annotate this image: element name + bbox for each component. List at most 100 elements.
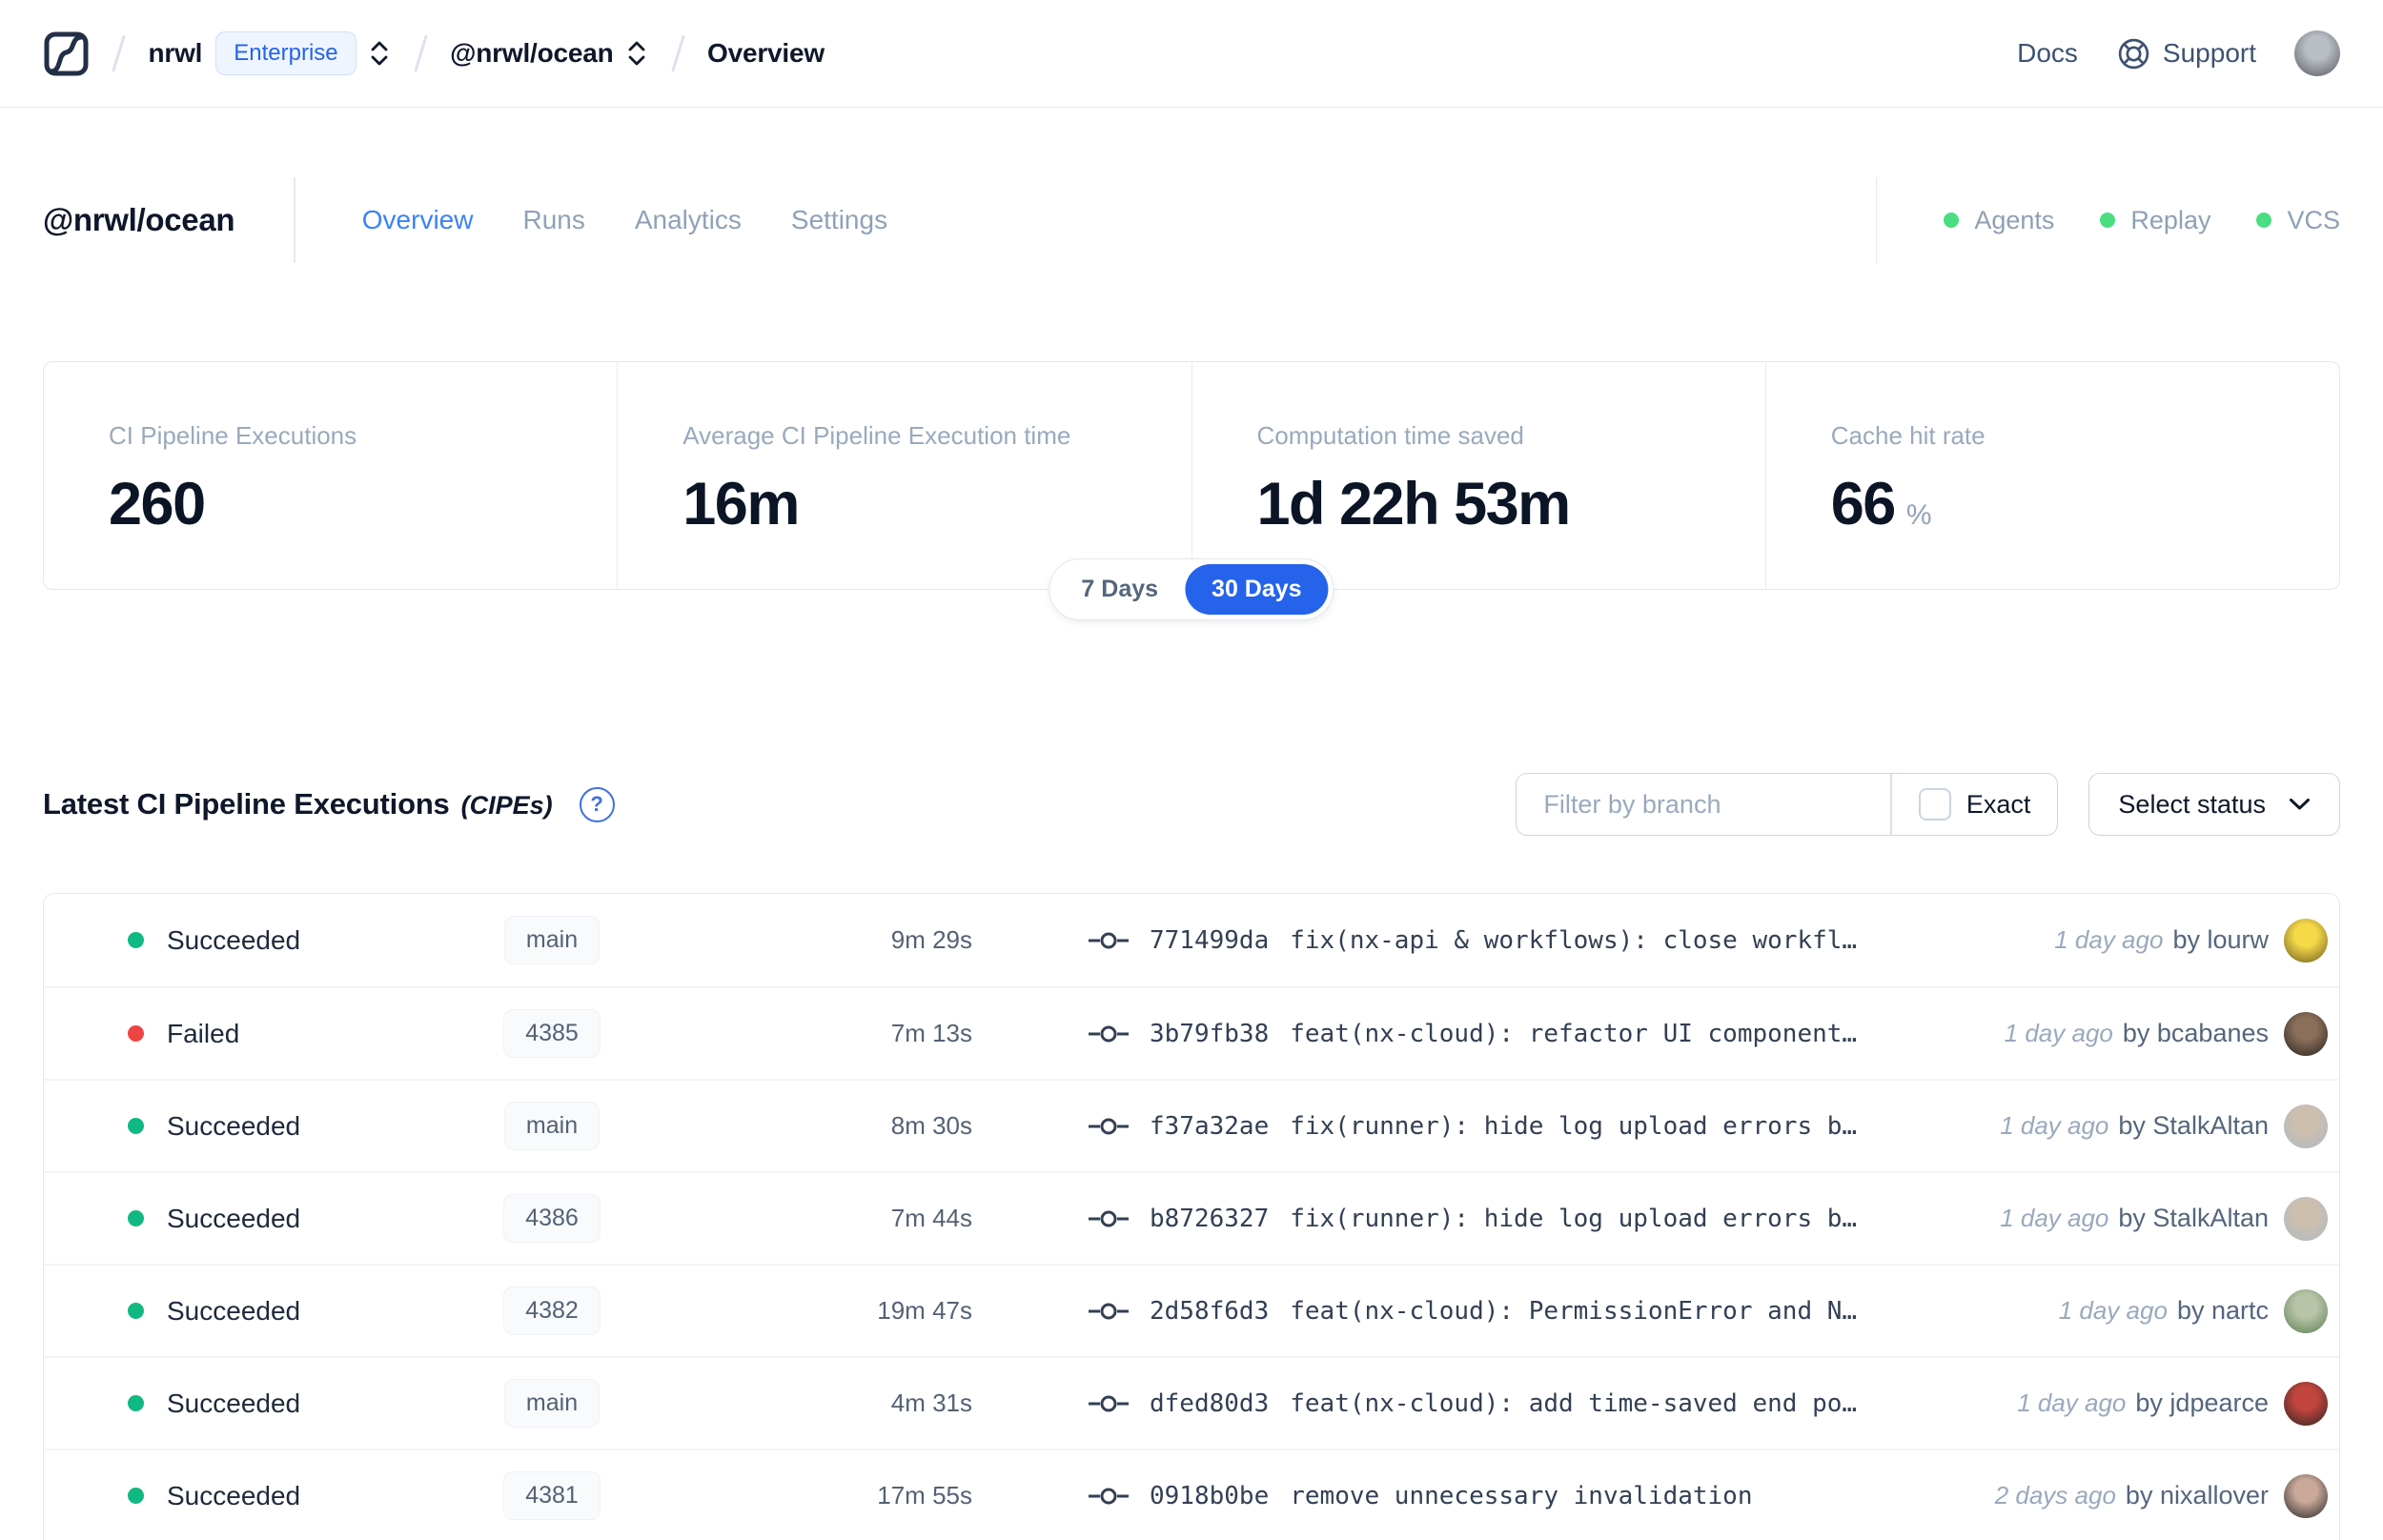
workspace-tabs: Overview Runs Analytics Settings [362, 205, 887, 235]
feature-status-list: Agents Replay VCS [1944, 206, 2340, 235]
commit-message: remove unnecessary invalidation [1290, 1481, 1753, 1510]
commit-message: fix(runner): hide log upload errors b… [1290, 1111, 1858, 1141]
table-row[interactable]: Succeeded 4382 19m 47s 2d58f6d3 feat(nx-… [44, 1264, 2339, 1356]
help-icon[interactable]: ? [579, 786, 615, 822]
workspace-title: @nrwl/ocean [43, 202, 235, 237]
stat-number: 66 [1830, 471, 1897, 537]
chevron-down-icon [2289, 798, 2311, 811]
divider [1875, 177, 1878, 263]
status-dot [128, 1488, 144, 1504]
commit-icon [1089, 930, 1129, 951]
commit-cell: 0918b0be remove unnecessary invalidation [1089, 1482, 1753, 1510]
enterprise-badge: Enterprise [215, 31, 356, 75]
status-dot [1944, 213, 1960, 228]
stat-value: 260 [109, 470, 617, 538]
feature-status-replay[interactable]: Replay [2100, 206, 2210, 235]
status-dot [2100, 213, 2116, 228]
branch-cell: main [461, 916, 642, 964]
status-label: Succeeded [167, 1388, 301, 1418]
table-row[interactable]: Succeeded 4381 17m 55s 0918b0be remove u… [44, 1449, 2339, 1540]
range-option-30-days[interactable]: 30 Days [1185, 564, 1329, 615]
range-option-7-days[interactable]: 7 Days [1054, 564, 1185, 615]
org-switcher-icon[interactable] [368, 38, 391, 69]
status-dot [128, 1395, 144, 1411]
select-status-button[interactable]: Select status [2088, 773, 2340, 836]
workspace-header: @nrwl/ocean Overview Runs Analytics Setting… [43, 176, 2340, 264]
row-avatar [2284, 1473, 2328, 1518]
meta-cell: 1 day ago by jdpearce [2017, 1381, 2328, 1426]
status-cell: Succeeded [128, 925, 461, 956]
user-avatar[interactable] [2294, 30, 2340, 76]
commit-message: fix(runner): hide log upload errors b… [1290, 1204, 1858, 1233]
duration: 17m 55s [877, 1481, 972, 1510]
branch-cell: 4382 [461, 1287, 642, 1335]
table-row[interactable]: Succeeded main 9m 29s 771499da fix(nx-ap… [44, 894, 2339, 986]
commit-icon [1089, 1393, 1129, 1414]
cipes-controls: Exact Select status [1516, 773, 2340, 836]
author: by nartc [2176, 1296, 2269, 1325]
stat-value: 1d 22h 53m [1257, 470, 1765, 538]
meta-cell: 1 day ago by bcabanes [2005, 1011, 2328, 1056]
feature-status-vcs[interactable]: VCS [2256, 206, 2340, 235]
divider [294, 177, 295, 263]
table-row[interactable]: Succeeded 4386 7m 44s b8726327 fix(runne… [44, 1171, 2339, 1264]
feature-status-agents[interactable]: Agents [1944, 206, 2054, 235]
branch-badge: 4386 [503, 1194, 601, 1243]
commit-message: feat(nx-cloud): refactor UI component… [1290, 1019, 1858, 1048]
row-avatar [2284, 1104, 2328, 1148]
duration: 4m 31s [890, 1388, 972, 1417]
workspace-switcher-icon[interactable] [625, 38, 648, 69]
table-row[interactable]: Succeeded main 4m 31s dfed80d3 feat(nx-c… [44, 1356, 2339, 1449]
select-status-label: Select status [2118, 789, 2266, 819]
stats-card: CI Pipeline Executions 260 Average CI Pi… [43, 361, 2340, 590]
top-navbar: nrwl Enterprise @nrwl/ocean Overview Doc… [0, 0, 2383, 108]
status-label: Failed [167, 1018, 240, 1048]
stat-card: Average CI Pipeline Execution time 16m [617, 362, 1191, 589]
stat-label: Average CI Pipeline Execution time [682, 421, 1071, 450]
branch-cell: 4385 [461, 1009, 642, 1058]
tab-analytics[interactable]: Analytics [635, 205, 742, 235]
docs-link[interactable]: Docs [2017, 38, 2078, 69]
stat-number: 1d 22h 53m [1256, 471, 1572, 537]
stat-number: 16m [682, 471, 800, 537]
stat-card: CI Pipeline Executions 260 [44, 362, 617, 589]
support-link[interactable]: Support [2116, 36, 2256, 71]
commit-cell: 2d58f6d3 feat(nx-cloud): PermissionError… [1089, 1297, 1857, 1326]
cipes-header: Latest CI Pipeline Executions (CIPEs) ? … [43, 773, 2340, 836]
commit-icon [1089, 1116, 1129, 1137]
navbar-actions: Docs Support [2017, 30, 2340, 76]
time-ago: 1 day ago [2017, 1388, 2127, 1417]
status-cell: Succeeded [128, 1388, 461, 1419]
author: by lourw [2172, 925, 2269, 954]
time-ago: 1 day ago [2058, 1296, 2168, 1325]
stat-label: CI Pipeline Executions [109, 421, 357, 450]
commit-message: feat(nx-cloud): PermissionError and N… [1290, 1296, 1858, 1326]
cipes-title-group: Latest CI Pipeline Executions (CIPEs) [43, 787, 553, 821]
tab-overview[interactable]: Overview [362, 205, 474, 235]
stat-suffix: % [1905, 499, 1932, 531]
duration: 8m 30s [890, 1111, 972, 1140]
branch-filter-input[interactable] [1517, 774, 1891, 835]
time-ago: 1 day ago [2000, 1204, 2109, 1232]
table-row[interactable]: Succeeded main 8m 30s f37a32ae fix(runne… [44, 1079, 2339, 1171]
table-row[interactable]: Failed 4385 7m 13s 3b79fb38 feat(nx-clou… [44, 986, 2339, 1079]
org-name[interactable]: nrwl [149, 38, 203, 69]
feature-label: Agents [1974, 205, 2055, 234]
workspace-name[interactable]: @nrwl/ocean [450, 38, 614, 69]
status-dot [128, 932, 144, 948]
tab-runs[interactable]: Runs [522, 205, 584, 235]
breadcrumb-separator [413, 34, 427, 72]
cipes-title-suffix: (CIPEs) [460, 791, 553, 820]
status-cell: Succeeded [128, 1204, 461, 1234]
commit-icon [1089, 1301, 1129, 1322]
time-ago: 2 days ago [1994, 1481, 2116, 1510]
nx-cloud-logo-icon[interactable] [43, 30, 89, 77]
meta-cell: 1 day ago by StalkAltan [2000, 1196, 2328, 1241]
stat-label: Cache hit rate [1830, 421, 1986, 450]
exact-checkbox[interactable] [1918, 788, 1951, 821]
commit-icon [1089, 1486, 1129, 1507]
row-avatar [2284, 918, 2328, 962]
tab-settings[interactable]: Settings [791, 205, 887, 235]
commit-hash: dfed80d3 [1150, 1388, 1270, 1418]
range-toggle: 7 Days 30 Days [1049, 558, 1334, 620]
